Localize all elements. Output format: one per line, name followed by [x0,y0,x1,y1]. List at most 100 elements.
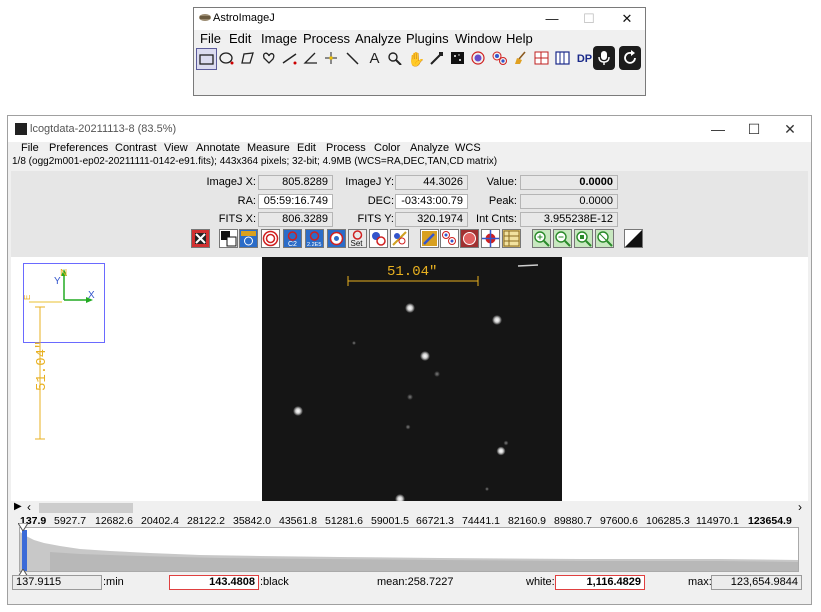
c2-icon[interactable]: C2 [283,229,302,248]
white-label: white: [526,576,555,588]
rectangle-tool-icon[interactable] [196,48,217,70]
black-slider-handle[interactable] [17,522,29,532]
compass-east-label: E [24,295,32,300]
grid-icon[interactable] [502,229,521,248]
menu-file[interactable]: File [21,142,39,155]
black-label: :black [260,576,289,588]
menu-help[interactable]: Help [506,30,533,47]
menu-edit[interactable]: Edit [229,30,251,47]
black-value-field[interactable]: 143.4808 [169,575,259,590]
apertures-icon[interactable] [440,229,459,248]
close-button[interactable]: ✕ [613,10,641,28]
menu-view[interactable]: View [164,142,188,155]
menu-process[interactable]: Process [303,30,350,47]
dec-field[interactable]: -03:43:00.79 [395,194,468,209]
menu-analyze[interactable]: Analyze [410,142,449,155]
tick-label: 12682.6 [95,515,133,527]
close-button[interactable]: ✕ [775,120,805,138]
min-value-field: 137.9115 [12,575,102,590]
aperture-rings-icon[interactable] [261,229,280,248]
menu-contrast[interactable]: Contrast [115,142,157,155]
clear-overlay-icon[interactable] [191,229,210,248]
vertical-scale-bar: 51.04" [34,306,50,440]
set-icon[interactable]: Set [348,229,367,248]
invert-icon[interactable] [219,229,238,248]
fits-y-field: 320.1974 [395,212,468,227]
text-tool-icon[interactable]: A [364,48,385,70]
minimize-button[interactable]: — [538,10,566,28]
zoom-fit-icon[interactable] [574,229,593,248]
menu-window[interactable]: Window [455,30,501,47]
table-icon[interactable] [553,48,574,70]
wand-tool-icon[interactable] [343,48,364,70]
imagej-x-field: 805.8289 [258,175,333,190]
menu-measure[interactable]: Measure [247,142,290,155]
dp-icon[interactable]: DP [574,48,595,70]
zoom-in-icon[interactable] [532,229,551,248]
menu-wcs[interactable]: WCS [455,142,481,155]
menu-annotate[interactable]: Annotate [196,142,240,155]
multi-aperture-icon[interactable] [490,48,511,70]
measure-icon[interactable] [369,229,388,248]
zoom-2-icon[interactable]: 2.2E5 [305,229,324,248]
main-menu-bar: File Edit Image Process Analyze Plugins … [194,30,645,47]
play-icon[interactable]: ▶ [14,501,22,512]
zoom-out-icon[interactable] [553,229,572,248]
menu-image[interactable]: Image [261,30,297,47]
align-stack-icon[interactable] [532,48,553,70]
edit-icon[interactable] [420,229,439,248]
black-level-marker[interactable] [22,530,27,572]
image-info-line: 1/8 (ogg2m001-ep02-20211111-0142-e91.fit… [12,156,498,167]
max-label: max: [688,576,712,588]
histogram[interactable] [19,527,799,572]
freehand-tool-icon[interactable] [259,48,280,70]
angle-tool-icon[interactable] [301,48,322,70]
scroll-left-icon[interactable]: ‹ [27,500,31,514]
color-picker-icon[interactable] [427,48,448,70]
zoom-full-icon[interactable] [595,229,614,248]
point-tool-icon[interactable] [322,48,343,70]
title-bar: AstroImageJ — ☐ ✕ [194,8,645,30]
slice-scrollbar-thumb[interactable] [39,503,133,513]
wcs-icon[interactable] [239,229,258,248]
polygon-tool-icon[interactable] [238,48,259,70]
star [492,315,502,325]
min-label: :min [103,576,124,588]
faint-star [434,371,440,377]
image-window: lcogtdata-20211113-8 (83.5%) — ☐ ✕ File … [7,115,812,605]
menu-file[interactable]: File [200,30,221,47]
tick-label: 82160.9 [508,515,546,527]
microphone-icon[interactable] [593,46,615,70]
stack-icon[interactable] [460,229,479,248]
magnifier-tool-icon[interactable] [385,48,406,70]
aperture-icon[interactable] [469,48,490,70]
menu-analyze[interactable]: Analyze [355,30,401,47]
aperture-settings-icon[interactable] [327,229,346,248]
imagej-y-label: ImageJ Y: [345,176,394,188]
faint-star [407,394,413,400]
menu-plugins[interactable]: Plugins [406,30,449,47]
crosshair-icon[interactable] [481,229,500,248]
image-window-icon [15,123,27,135]
scroll-right-icon[interactable]: › [798,500,802,514]
invert-display-icon[interactable] [624,229,643,248]
sky-icon[interactable] [390,229,409,248]
star [420,351,430,361]
white-value-field[interactable]: 1,116.4829 [555,575,645,590]
menu-process[interactable]: Process [326,142,366,155]
menu-edit[interactable]: Edit [297,142,316,155]
menu-preferences[interactable]: Preferences [49,142,108,155]
ra-field[interactable]: 05:59:16.749 [258,194,333,209]
star-field-icon[interactable] [448,48,469,70]
maximize-button[interactable]: ☐ [739,120,769,138]
maximize-button[interactable]: ☐ [575,10,603,28]
minimize-button[interactable]: — [703,120,733,138]
menu-color[interactable]: Color [374,142,400,155]
refresh-icon[interactable] [619,46,641,70]
tick-label: 106285.3 [646,515,690,527]
oval-tool-icon[interactable] [217,48,238,70]
hand-tool-icon[interactable]: ✋ [406,48,427,70]
broom-icon[interactable] [511,48,532,70]
line-tool-icon[interactable] [280,48,301,70]
astronomical-image[interactable]: 51.04" [262,257,562,501]
